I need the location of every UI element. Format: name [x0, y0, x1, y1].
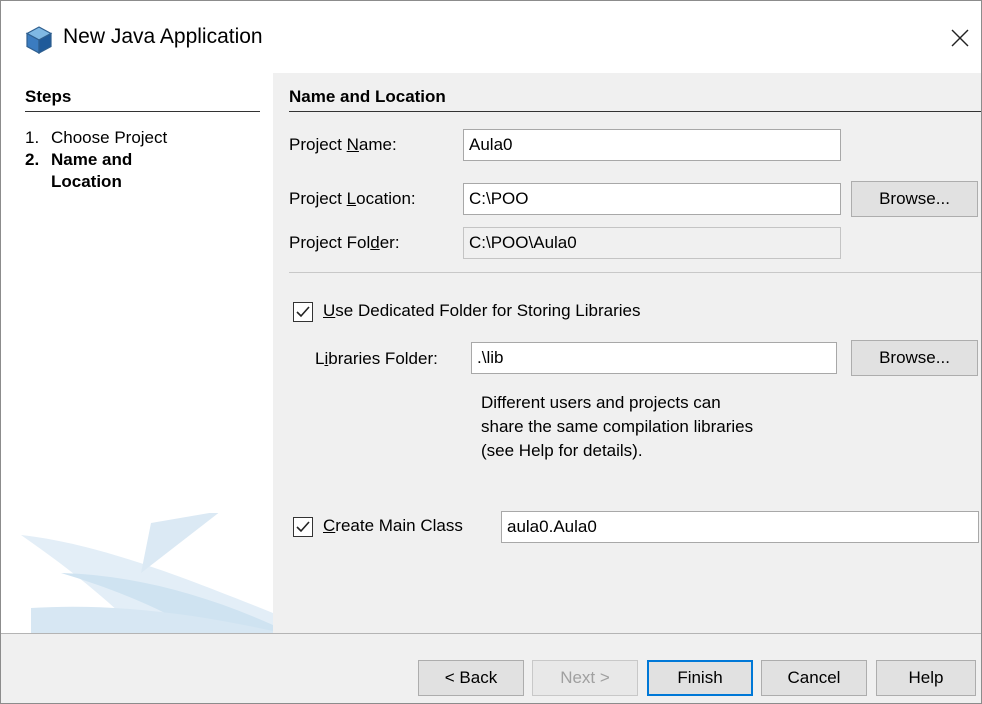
steps-panel: Steps 1. Choose Project 2. Name and Locati… [1, 73, 273, 633]
help-line: share the same compilation libraries [481, 417, 754, 436]
section-divider [289, 111, 981, 112]
dedicated-folder-checkbox[interactable] [293, 302, 313, 322]
cancel-button[interactable]: Cancel [761, 660, 867, 696]
help-line: (see Help for details). [481, 441, 643, 460]
checkmark-icon [296, 521, 310, 533]
project-location-label: Project Location: [289, 189, 416, 208]
project-location-input[interactable]: C:\POO [463, 183, 841, 215]
browse-libraries-button[interactable]: Browse... [851, 340, 978, 376]
create-main-class-label[interactable]: Create Main Class [323, 516, 463, 536]
step-name-and-location: 2. Name and Location [25, 149, 181, 193]
section-title: Name and Location [289, 87, 446, 106]
steps-heading: Steps [25, 87, 72, 106]
close-icon [951, 29, 969, 47]
main-class-input[interactable]: aula0.Aula0 [501, 511, 979, 543]
dedicated-folder-label[interactable]: Use Dedicated Folder for Storing Librari… [323, 301, 640, 321]
steps-divider [25, 111, 260, 112]
project-name-input[interactable]: Aula0 [463, 129, 841, 161]
project-name-label: Project Name: [289, 135, 397, 154]
button-bar: < Back Next > Finish Cancel Help [1, 633, 981, 703]
libraries-help-text: Different users and projects can share t… [481, 391, 753, 463]
next-button: Next > [532, 660, 638, 696]
browse-location-button[interactable]: Browse... [851, 181, 978, 217]
step-label: Name and Location [51, 150, 133, 191]
step-choose-project: 1. Choose Project [25, 127, 167, 149]
step-label: Choose Project [51, 128, 168, 147]
window-title: New Java Application [63, 25, 263, 48]
close-button[interactable] [945, 23, 975, 53]
finish-button[interactable]: Finish [647, 660, 753, 696]
separator [289, 272, 981, 273]
libraries-folder-input[interactable]: .\lib [471, 342, 837, 374]
dialog-window: New Java Application Steps 1. Choose Proj… [0, 0, 982, 704]
help-line: Different users and projects can [481, 393, 721, 412]
back-button[interactable]: < Back [418, 660, 524, 696]
create-main-class-checkbox[interactable] [293, 517, 313, 537]
project-folder-label: Project Folder: [289, 233, 400, 252]
step-number: 2. [25, 150, 40, 169]
decorative-swoosh-graphic [21, 513, 273, 633]
title-bar[interactable]: New Java Application [1, 1, 981, 73]
checkmark-icon [296, 306, 310, 318]
help-button[interactable]: Help [876, 660, 976, 696]
form-panel: Name and Location Project Name: Aula0 Pr… [273, 73, 981, 633]
step-number: 1. [25, 128, 40, 147]
project-folder-field: C:\POO\Aula0 [463, 227, 841, 259]
netbeans-cube-icon [25, 26, 53, 54]
libraries-folder-label: Libraries Folder: [315, 349, 438, 368]
